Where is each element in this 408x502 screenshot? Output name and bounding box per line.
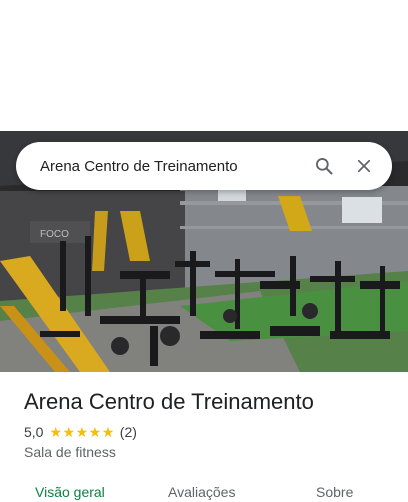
close-icon[interactable] <box>344 146 384 186</box>
star-icon: ★ <box>49 424 63 440</box>
star-icon: ★ <box>75 424 89 440</box>
review-count[interactable]: (2) <box>120 424 137 440</box>
search-query[interactable]: Arena Centro de Treinamento <box>40 158 304 175</box>
star-rating: ★ ★ ★ ★ ★ <box>49 425 114 439</box>
place-category[interactable]: Sala de fitness <box>24 444 116 460</box>
star-icon: ★ <box>88 424 102 440</box>
search-icon[interactable] <box>304 146 344 186</box>
rating-row[interactable]: 5,0 ★ ★ ★ ★ ★ (2) <box>24 424 137 440</box>
place-title: Arena Centro de Treinamento <box>24 389 314 414</box>
star-icon: ★ <box>62 424 76 440</box>
tab-overview[interactable]: Visão geral <box>35 484 105 500</box>
tab-reviews[interactable]: Avaliações <box>168 484 235 500</box>
search-bar[interactable]: Arena Centro de Treinamento <box>16 142 392 190</box>
tab-bar: Visão geral Avaliações Sobre <box>0 482 408 502</box>
place-sheet: FOCO Arena Centro de Treinamento Arena C… <box>0 0 408 502</box>
rating-value: 5,0 <box>24 424 44 440</box>
tab-about[interactable]: Sobre <box>316 484 353 500</box>
star-icon: ★ <box>101 424 115 440</box>
